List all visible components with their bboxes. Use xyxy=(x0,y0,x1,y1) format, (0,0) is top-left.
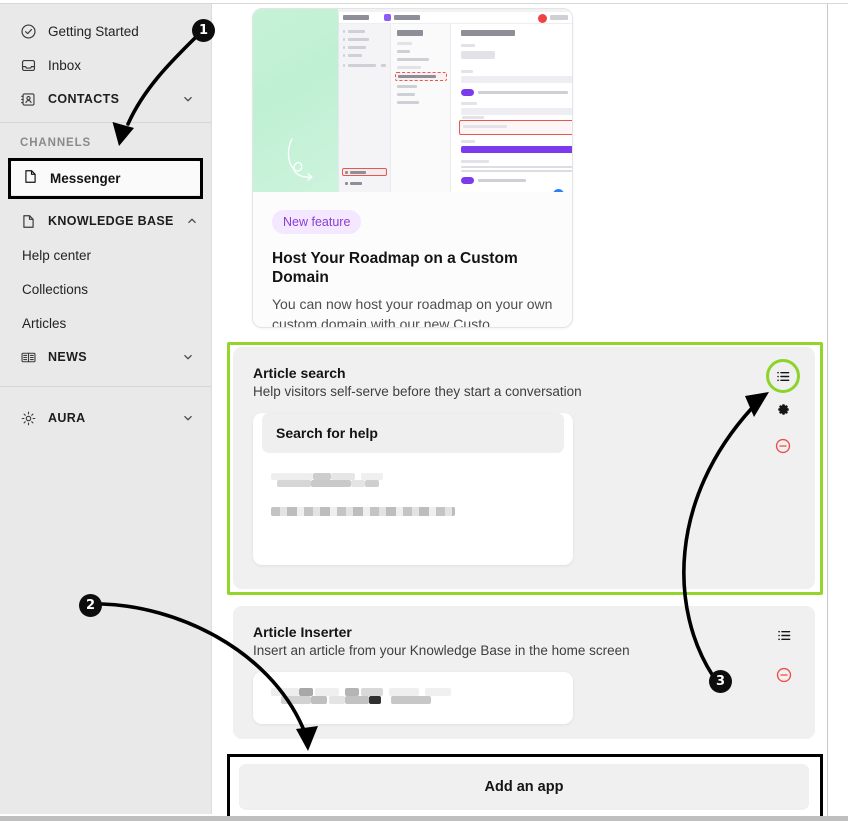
news-article-card[interactable]: New feature Host Your Roadmap on a Custo… xyxy=(252,8,573,328)
book-page-icon xyxy=(20,213,37,230)
sidebar-item-articles[interactable]: Articles xyxy=(0,306,211,340)
thumbnail-app-screenshot xyxy=(338,12,572,192)
sidebar-item-help-center[interactable]: Help center xyxy=(0,238,211,272)
app-preview-article-inserter xyxy=(253,672,573,724)
reorder-icon[interactable] xyxy=(772,365,794,387)
app-preview-article-search: Search for help xyxy=(253,413,573,565)
news-card-title: Host Your Roadmap on a Custom Domain xyxy=(272,250,518,287)
news-card-description: You can now host your roadmap on your ow… xyxy=(272,295,553,328)
sidebar-group-label: NEWS xyxy=(48,350,87,364)
news-card-body: New feature Host Your Roadmap on a Custo… xyxy=(253,192,572,328)
sidebar-item-label: Getting Started xyxy=(48,23,139,39)
sidebar-section-channels: CHANNELS xyxy=(20,137,92,149)
sidebar-item-messenger[interactable]: Messenger xyxy=(8,161,203,195)
annotation-badge-2: 2 xyxy=(79,594,102,617)
sidebar-item-label: Help center xyxy=(22,247,92,263)
sidebar-item-getting-started[interactable]: Getting Started xyxy=(0,14,211,48)
app-actions-article-inserter xyxy=(773,624,795,686)
reorder-icon[interactable] xyxy=(773,624,795,646)
news-badge: New feature xyxy=(272,210,362,234)
sidebar-item-inbox[interactable]: Inbox xyxy=(0,48,211,82)
mini-topbar xyxy=(339,12,572,24)
sidebar-item-label: Articles xyxy=(22,315,67,331)
check-circle-icon xyxy=(20,23,37,40)
app-card-article-search[interactable]: Article search Help visitors self-serve … xyxy=(233,347,815,589)
app-actions-article-search xyxy=(766,359,800,457)
chevron-down-icon[interactable] xyxy=(181,350,195,364)
sidebar-item-collections[interactable]: Collections xyxy=(0,272,211,306)
contacts-icon xyxy=(20,91,37,108)
sidebar-item-label: Messenger xyxy=(50,170,121,186)
sidebar-group-aura[interactable]: AURA xyxy=(0,401,211,435)
sidebar-group-contacts[interactable]: CONTACTS xyxy=(0,82,211,116)
app-window: Getting Started Inbox CONTACTS CHANNELS … xyxy=(0,0,848,821)
reorder-icon-highlight-ring xyxy=(766,359,800,393)
sidebar-item-messenger-wrapper: Messenger xyxy=(6,158,205,199)
news-card-thumbnail xyxy=(253,9,572,192)
mini-main-column xyxy=(451,24,572,192)
sidebar-item-label: Inbox xyxy=(48,57,82,73)
chevron-down-icon[interactable] xyxy=(181,92,195,106)
gear-icon[interactable] xyxy=(772,398,794,420)
mini-nav-column xyxy=(339,24,391,192)
inbox-icon xyxy=(20,57,37,74)
sidebar-item-label: Collections xyxy=(22,281,89,297)
annotation-badge-3: 3 xyxy=(709,670,732,693)
sidebar-group-label: AURA xyxy=(48,411,86,425)
app-card-title: Article search xyxy=(253,365,346,381)
add-an-app-button[interactable]: Add an app xyxy=(239,764,809,810)
sidebar-group-knowledge-base[interactable]: KNOWLEDGE BASE xyxy=(0,204,211,238)
messenger-icon xyxy=(22,168,39,188)
sidebar-group-label: CONTACTS xyxy=(48,92,120,106)
app-card-title: Article Inserter xyxy=(253,624,352,640)
remove-icon[interactable] xyxy=(773,664,795,686)
sidebar-group-label: KNOWLEDGE BASE xyxy=(48,214,174,228)
sidebar: Getting Started Inbox CONTACTS CHANNELS … xyxy=(0,4,212,814)
app-card-subtitle: Help visitors self-serve before they sta… xyxy=(253,384,582,399)
window-bottom-edge xyxy=(0,816,848,821)
sidebar-divider-2 xyxy=(0,386,211,387)
annotation-badge-1: 1 xyxy=(192,19,215,42)
add-app-container: Add an app xyxy=(233,756,815,816)
right-gutter xyxy=(829,4,848,816)
preview-placeholder-lines xyxy=(253,453,573,533)
app-card-subtitle: Insert an article from your Knowledge Ba… xyxy=(253,643,630,658)
chevron-down-icon[interactable] xyxy=(181,411,195,425)
thumbnail-gradient xyxy=(253,9,338,192)
remove-icon[interactable] xyxy=(772,435,794,457)
main-panel: New feature Host Your Roadmap on a Custo… xyxy=(213,4,828,816)
mini-settings-column xyxy=(391,24,451,192)
chevron-up-icon[interactable] xyxy=(185,214,199,228)
news-icon xyxy=(20,349,37,366)
preview-search-label: Search for help xyxy=(262,413,564,453)
gear-icon xyxy=(20,410,37,427)
sidebar-group-news[interactable]: NEWS xyxy=(0,340,211,374)
